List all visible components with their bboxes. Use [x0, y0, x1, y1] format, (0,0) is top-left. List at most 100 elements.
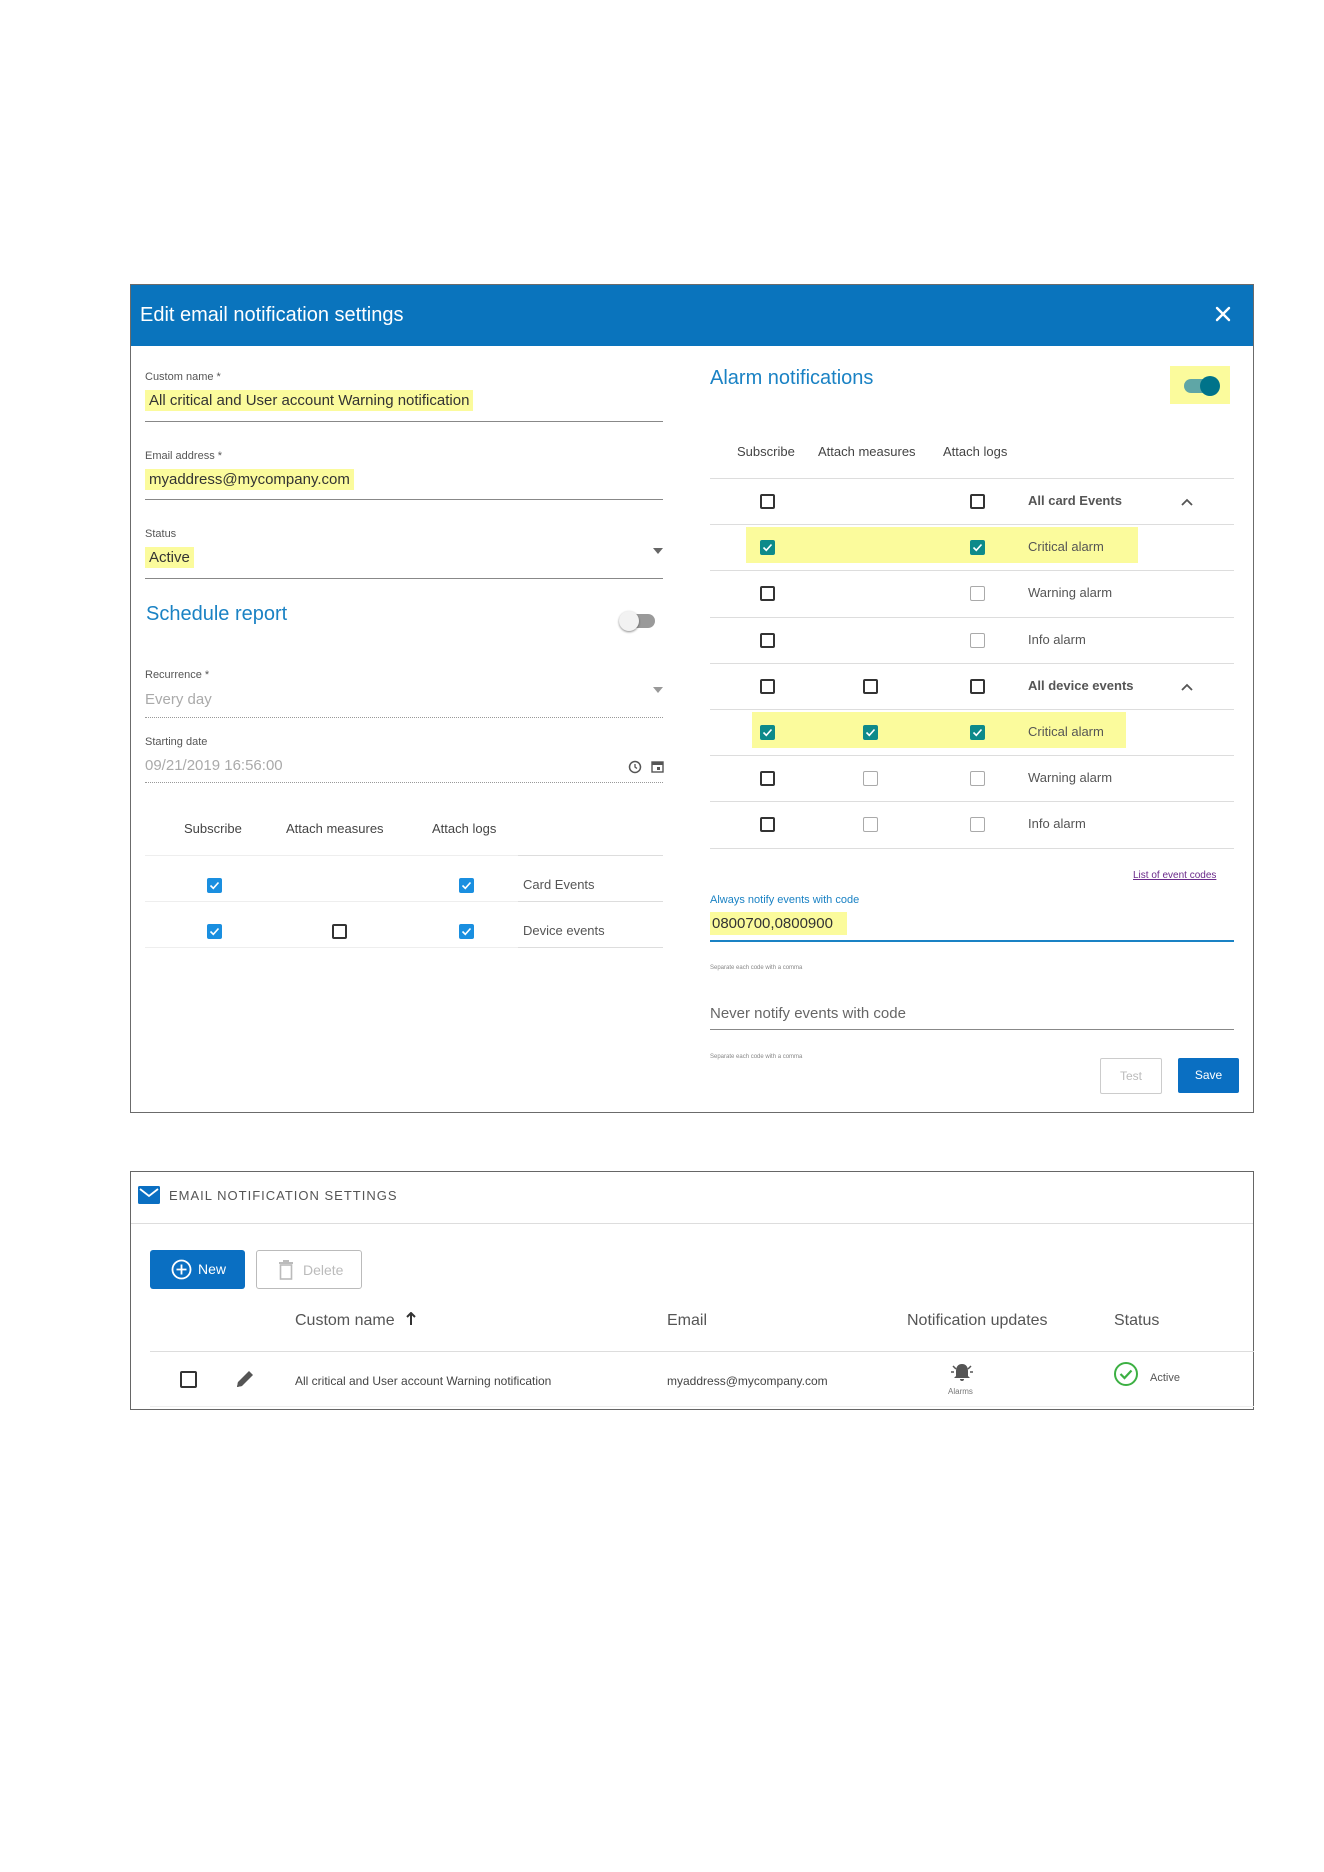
recurrence-underline — [145, 717, 663, 718]
row-checkbox[interactable] — [180, 1371, 197, 1388]
column-attach-logs: Attach logs — [432, 821, 497, 836]
starting-date-label: Starting date — [145, 736, 208, 748]
alarm-row-label: Info alarm — [1028, 816, 1086, 831]
attach-logs-checkbox[interactable] — [459, 924, 474, 939]
calendar-icon[interactable] — [651, 760, 664, 773]
row-divider — [710, 663, 1234, 664]
list-event-codes-link[interactable]: List of event codes — [1133, 870, 1216, 881]
check-circle-icon — [1114, 1362, 1138, 1386]
dialog-header: Edit email notification settings — [131, 285, 1253, 346]
row-divider — [145, 947, 518, 948]
row-divider — [145, 855, 518, 856]
row-divider — [710, 617, 1234, 618]
always-notify-underline — [710, 940, 1234, 942]
alarm-row-label: Critical alarm — [1028, 724, 1104, 739]
row-divider — [710, 848, 1234, 849]
status-label: Status — [145, 528, 177, 540]
alarm-notifications-title: Alarm notifications — [710, 367, 874, 389]
save-button[interactable]: Save — [1178, 1058, 1239, 1093]
column-custom-name[interactable]: Custom name — [295, 1311, 417, 1330]
chevron-up-icon[interactable] — [1180, 682, 1194, 692]
date-underline — [145, 782, 663, 783]
email-label: Email address * — [145, 450, 223, 462]
status-underline — [145, 578, 663, 579]
group-logs-checkbox[interactable] — [970, 494, 985, 509]
starting-date-field[interactable]: 09/21/2019 16:56:00 — [145, 757, 283, 774]
schedule-row-label: Card Events — [523, 877, 595, 892]
row-divider — [710, 570, 1234, 571]
subscribe-checkbox[interactable] — [760, 633, 775, 648]
clock-icon[interactable] — [628, 760, 642, 774]
group-logs-checkbox[interactable] — [970, 679, 985, 694]
pencil-icon[interactable] — [234, 1368, 256, 1390]
alarm-group-label: All card Events — [1028, 493, 1122, 508]
attach-logs-checkbox[interactable] — [970, 586, 985, 601]
attach-logs-checkbox[interactable] — [459, 878, 474, 893]
schedule-report-title: Schedule report — [146, 603, 288, 625]
attach-logs-checkbox[interactable] — [970, 771, 985, 786]
subscribe-checkbox[interactable] — [760, 771, 775, 786]
email-field[interactable]: myaddress@mycompany.com — [145, 469, 354, 490]
group-subscribe-checkbox[interactable] — [760, 679, 775, 694]
add-circle-icon — [171, 1259, 192, 1280]
row-divider — [710, 755, 1234, 756]
recurrence-select[interactable]: Every day — [145, 691, 212, 708]
attach-logs-checkbox[interactable] — [970, 540, 985, 555]
subscribe-checkbox[interactable] — [207, 924, 222, 939]
schedule-report-toggle[interactable] — [619, 611, 655, 631]
group-measures-checkbox[interactable] — [863, 679, 878, 694]
row-divider — [710, 524, 1234, 525]
row-divider — [518, 855, 663, 856]
attach-measures-checkbox[interactable] — [863, 771, 878, 786]
alarm-column-attach-logs: Attach logs — [943, 444, 1008, 459]
always-notify-field[interactable]: 0800700,0800900 — [710, 912, 847, 935]
custom-name-field[interactable]: All critical and User account Warning no… — [145, 390, 474, 411]
never-notify-underline — [710, 1029, 1234, 1030]
attach-measures-checkbox[interactable] — [863, 817, 878, 832]
dropdown-arrow-icon[interactable] — [653, 687, 663, 693]
delete-button[interactable]: Delete — [256, 1250, 362, 1289]
new-button-label: New — [198, 1261, 227, 1277]
recurrence-label: Recurrence * — [145, 669, 210, 681]
subscribe-checkbox[interactable] — [760, 725, 775, 740]
never-notify-field[interactable]: Never notify events with code — [710, 1005, 906, 1022]
subscribe-checkbox[interactable] — [207, 878, 222, 893]
attach-measures-checkbox[interactable] — [332, 924, 347, 939]
table-header-line — [150, 1351, 1254, 1352]
group-subscribe-checkbox[interactable] — [760, 494, 775, 509]
row-email: myaddress@mycompany.com — [667, 1374, 828, 1388]
dialog-title: Edit email notification settings — [140, 304, 404, 326]
row-custom-name: All critical and User account Warning no… — [295, 1374, 552, 1388]
status-select[interactable]: Active — [145, 547, 194, 568]
trash-icon — [279, 1260, 293, 1280]
alarm-notifications-toggle[interactable] — [1184, 376, 1220, 396]
row-divider — [710, 478, 1234, 479]
schedule-row-label: Device events — [523, 923, 605, 938]
column-status[interactable]: Status — [1114, 1312, 1159, 1330]
test-button[interactable]: Test — [1100, 1058, 1162, 1094]
row-divider — [710, 801, 1234, 802]
chevron-up-icon[interactable] — [1180, 497, 1194, 507]
subscribe-checkbox[interactable] — [760, 586, 775, 601]
row-divider — [518, 947, 663, 948]
panel-title: EMAIL NOTIFICATION SETTINGS — [169, 1188, 398, 1203]
subscribe-checkbox[interactable] — [760, 540, 775, 555]
close-icon[interactable] — [1211, 302, 1235, 326]
new-button[interactable]: New — [150, 1250, 245, 1289]
alarm-bell-icon — [951, 1364, 973, 1381]
attach-logs-checkbox[interactable] — [970, 633, 985, 648]
custom-name-underline — [145, 421, 663, 422]
attach-logs-checkbox[interactable] — [970, 725, 985, 740]
subscribe-checkbox[interactable] — [760, 817, 775, 832]
dropdown-arrow-icon[interactable] — [653, 548, 663, 554]
table-row-line — [150, 1406, 1254, 1407]
column-email[interactable]: Email — [667, 1312, 707, 1330]
attach-logs-checkbox[interactable] — [970, 817, 985, 832]
column-notification-updates[interactable]: Notification updates — [907, 1312, 1048, 1330]
sort-ascending-icon[interactable] — [405, 1311, 417, 1326]
email-notification-panel: EMAIL NOTIFICATION SETTINGS New Delete C… — [130, 1171, 1254, 1410]
attach-measures-checkbox[interactable] — [863, 725, 878, 740]
never-notify-hint: Separate each code with a comma — [710, 1054, 803, 1060]
always-notify-label: Always notify events with code — [710, 894, 860, 906]
column-attach-measures: Attach measures — [286, 821, 384, 836]
